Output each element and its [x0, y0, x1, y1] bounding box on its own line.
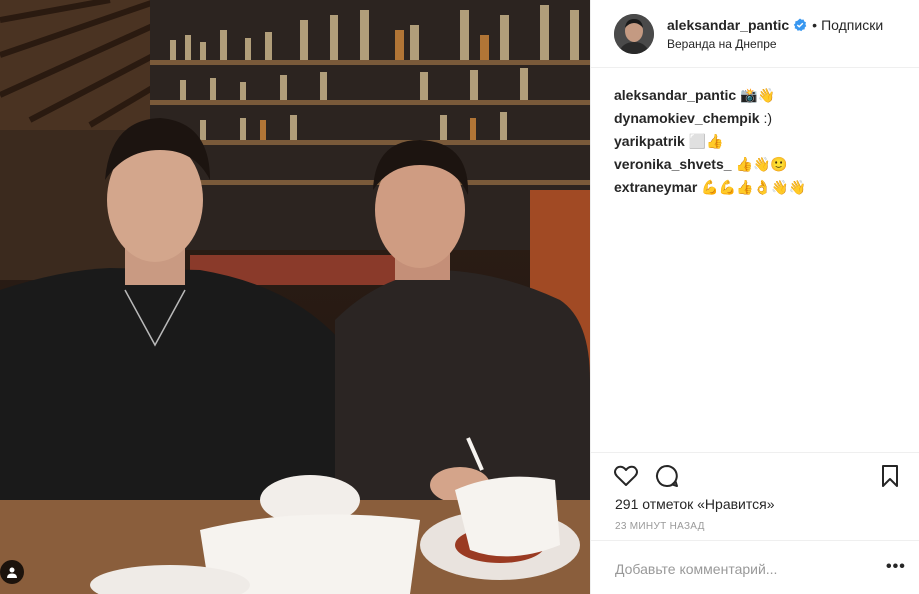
comment-author[interactable]: extraneymar	[614, 179, 697, 195]
comment-text: 💪💪👍👌👋👋	[701, 179, 806, 195]
comment-author[interactable]: yarikpatrik	[614, 133, 685, 149]
comment-item: dynamokiev_chempik:)	[614, 109, 904, 127]
heart-icon	[614, 465, 638, 486]
like-button[interactable]	[613, 463, 639, 489]
comment-text: 👍👋🙂	[735, 156, 788, 172]
comment-list: aleksandar_pantic 📸👋 dynamokiev_chempik:)…	[614, 86, 904, 201]
add-comment-input[interactable]	[615, 561, 865, 577]
avatar[interactable]	[614, 14, 654, 54]
username-link[interactable]: aleksandar_pantic	[667, 17, 789, 33]
post-side-panel: aleksandar_pantic • Подписки Веранда на …	[590, 0, 919, 594]
comment-text: :)	[763, 110, 773, 126]
more-options-button[interactable]: •••	[886, 559, 906, 575]
likes-count[interactable]: 291 отметок «Нравится»	[615, 496, 775, 512]
post-timestamp[interactable]: 23 МИНУТ НАЗАД	[615, 521, 705, 532]
comment-author[interactable]: aleksandar_pantic	[614, 87, 736, 103]
separator-dot: •	[812, 17, 818, 33]
comment-author[interactable]: dynamokiev_chempik	[614, 110, 760, 126]
avatar-image	[614, 14, 654, 54]
bookmark-icon	[882, 465, 898, 487]
comment-text: ⬜👍	[688, 133, 724, 149]
post-photo[interactable]	[0, 0, 590, 594]
add-comment-section: •••	[591, 540, 919, 594]
user-tag-icon	[7, 567, 17, 578]
comment-item: aleksandar_pantic 📸👋	[614, 86, 904, 104]
comment-button[interactable]	[654, 463, 680, 489]
follow-button[interactable]: Подписки	[821, 17, 883, 33]
verified-badge-icon	[793, 18, 807, 32]
comment-item: yarikpatrik ⬜👍	[614, 132, 904, 150]
comment-author[interactable]: veronika_shvets_	[614, 156, 732, 172]
action-bar	[591, 452, 919, 487]
save-button[interactable]	[877, 463, 903, 489]
user-tag-button[interactable]	[0, 560, 24, 584]
comment-icon	[656, 465, 678, 487]
comment-item: extraneymar 💪💪👍👌👋👋	[614, 178, 904, 196]
post-header: aleksandar_pantic • Подписки Веранда на …	[591, 0, 919, 68]
comment-text: 📸👋	[740, 87, 776, 103]
comment-item: veronika_shvets_ 👍👋🙂	[614, 155, 904, 173]
location-link[interactable]: Веранда на Днепре	[667, 37, 777, 51]
photo-scene	[0, 0, 590, 594]
header-user-line: aleksandar_pantic • Подписки	[667, 17, 883, 33]
